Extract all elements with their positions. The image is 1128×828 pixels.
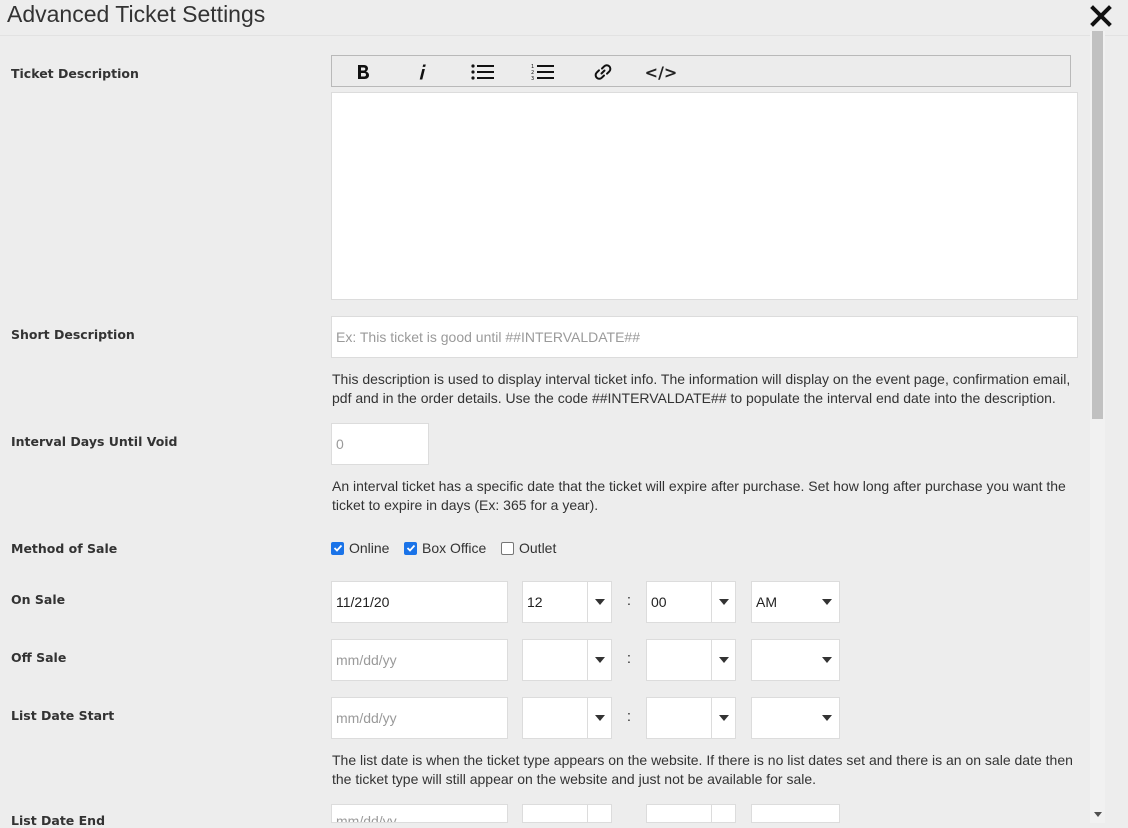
interval-days-input[interactable]: 0 [331,423,429,465]
numbered-list-icon[interactable]: 123 [523,59,563,85]
on-sale-ampm-value: AM [756,594,777,610]
scroll-down-arrow-icon[interactable] [1090,806,1105,823]
italic-icon[interactable] [403,59,443,85]
interval-days-label: Interval Days Until Void [11,434,178,449]
online-checkbox[interactable]: Online [331,540,389,556]
on-sale-minute-value: 00 [651,594,667,610]
on-sale-label: On Sale [11,592,66,607]
off-sale-hour-select[interactable] [522,639,612,681]
close-icon[interactable] [1088,2,1114,30]
list-date-start-ampm-select[interactable] [751,697,840,739]
list-date-start-hour-select[interactable] [522,697,612,739]
scrollbar-thumb[interactable] [1092,31,1103,419]
chevron-down-icon[interactable] [587,582,611,622]
checkbox-unchecked-icon[interactable] [501,541,514,555]
svg-text:3: 3 [531,76,534,81]
list-date-end-label: List Date End [11,813,106,828]
on-sale-hour-value: 12 [527,594,543,610]
short-description-help: This description is used to display inte… [332,371,1071,406]
checkbox-checked-icon[interactable] [404,541,417,555]
list-date-start-date-input[interactable]: mm/dd/yy [331,697,508,739]
checkbox-checked-icon[interactable] [331,541,344,555]
list-date-end-hour-select[interactable] [522,804,612,823]
box-office-checkbox[interactable]: Box Office [404,540,486,556]
off-sale-minute-select[interactable] [646,639,736,681]
outlet-label: Outlet [519,540,557,556]
list-date-end-date-input[interactable]: mm/dd/yy [331,804,508,823]
time-separator: : [626,708,632,725]
list-date-end-ampm-select[interactable] [751,804,840,823]
chevron-down-icon[interactable] [587,640,611,680]
dialog-title: Advanced Ticket Settings [7,1,266,27]
code-icon[interactable]: </> [641,59,681,85]
method-of-sale-label: Method of Sale [11,541,118,556]
chevron-down-icon[interactable] [711,698,735,738]
ticket-description-label: Ticket Description [11,66,139,81]
off-sale-ampm-select[interactable] [751,639,840,681]
chevron-down-icon[interactable] [815,640,839,680]
ticket-description-editor[interactable] [331,92,1078,300]
time-separator: : [626,592,632,609]
chevron-down-icon[interactable] [711,805,735,822]
chevron-down-icon[interactable] [587,805,611,822]
off-sale-date-input[interactable]: mm/dd/yy [331,639,508,681]
list-date-end-minute-select[interactable] [646,804,736,823]
list-date-start-minute-select[interactable] [646,697,736,739]
on-sale-minute-select[interactable]: 00 [646,581,736,623]
list-date-start-help: The list date is when the ticket type ap… [332,752,1073,787]
bulleted-list-icon[interactable] [463,59,503,85]
box-office-label: Box Office [422,540,487,556]
short-description-input[interactable]: Ex: This ticket is good until ##INTERVAL… [331,316,1078,358]
vertical-scrollbar[interactable] [1090,31,1105,823]
chevron-down-icon[interactable] [711,640,735,680]
chevron-down-icon[interactable] [815,582,839,622]
on-sale-date-input[interactable]: 11/21/20 [331,581,508,623]
short-description-label: Short Description [11,327,135,342]
time-separator: : [626,650,632,667]
interval-days-help: An interval ticket has a specific date t… [332,478,1066,513]
on-sale-ampm-select[interactable]: AM [751,581,840,623]
bold-icon[interactable] [343,59,383,85]
editor-toolbar: 123 </> [331,55,1071,87]
chevron-down-icon[interactable] [587,698,611,738]
chevron-down-icon[interactable] [815,698,839,738]
dialog-header: Advanced Ticket Settings [0,0,1128,36]
chevron-down-icon[interactable] [711,582,735,622]
link-icon[interactable] [583,59,623,85]
off-sale-label: Off Sale [11,650,67,665]
list-date-start-label: List Date Start [11,708,115,723]
outlet-checkbox[interactable]: Outlet [501,540,556,556]
online-label: Online [349,540,390,556]
on-sale-hour-select[interactable]: 12 [522,581,612,623]
